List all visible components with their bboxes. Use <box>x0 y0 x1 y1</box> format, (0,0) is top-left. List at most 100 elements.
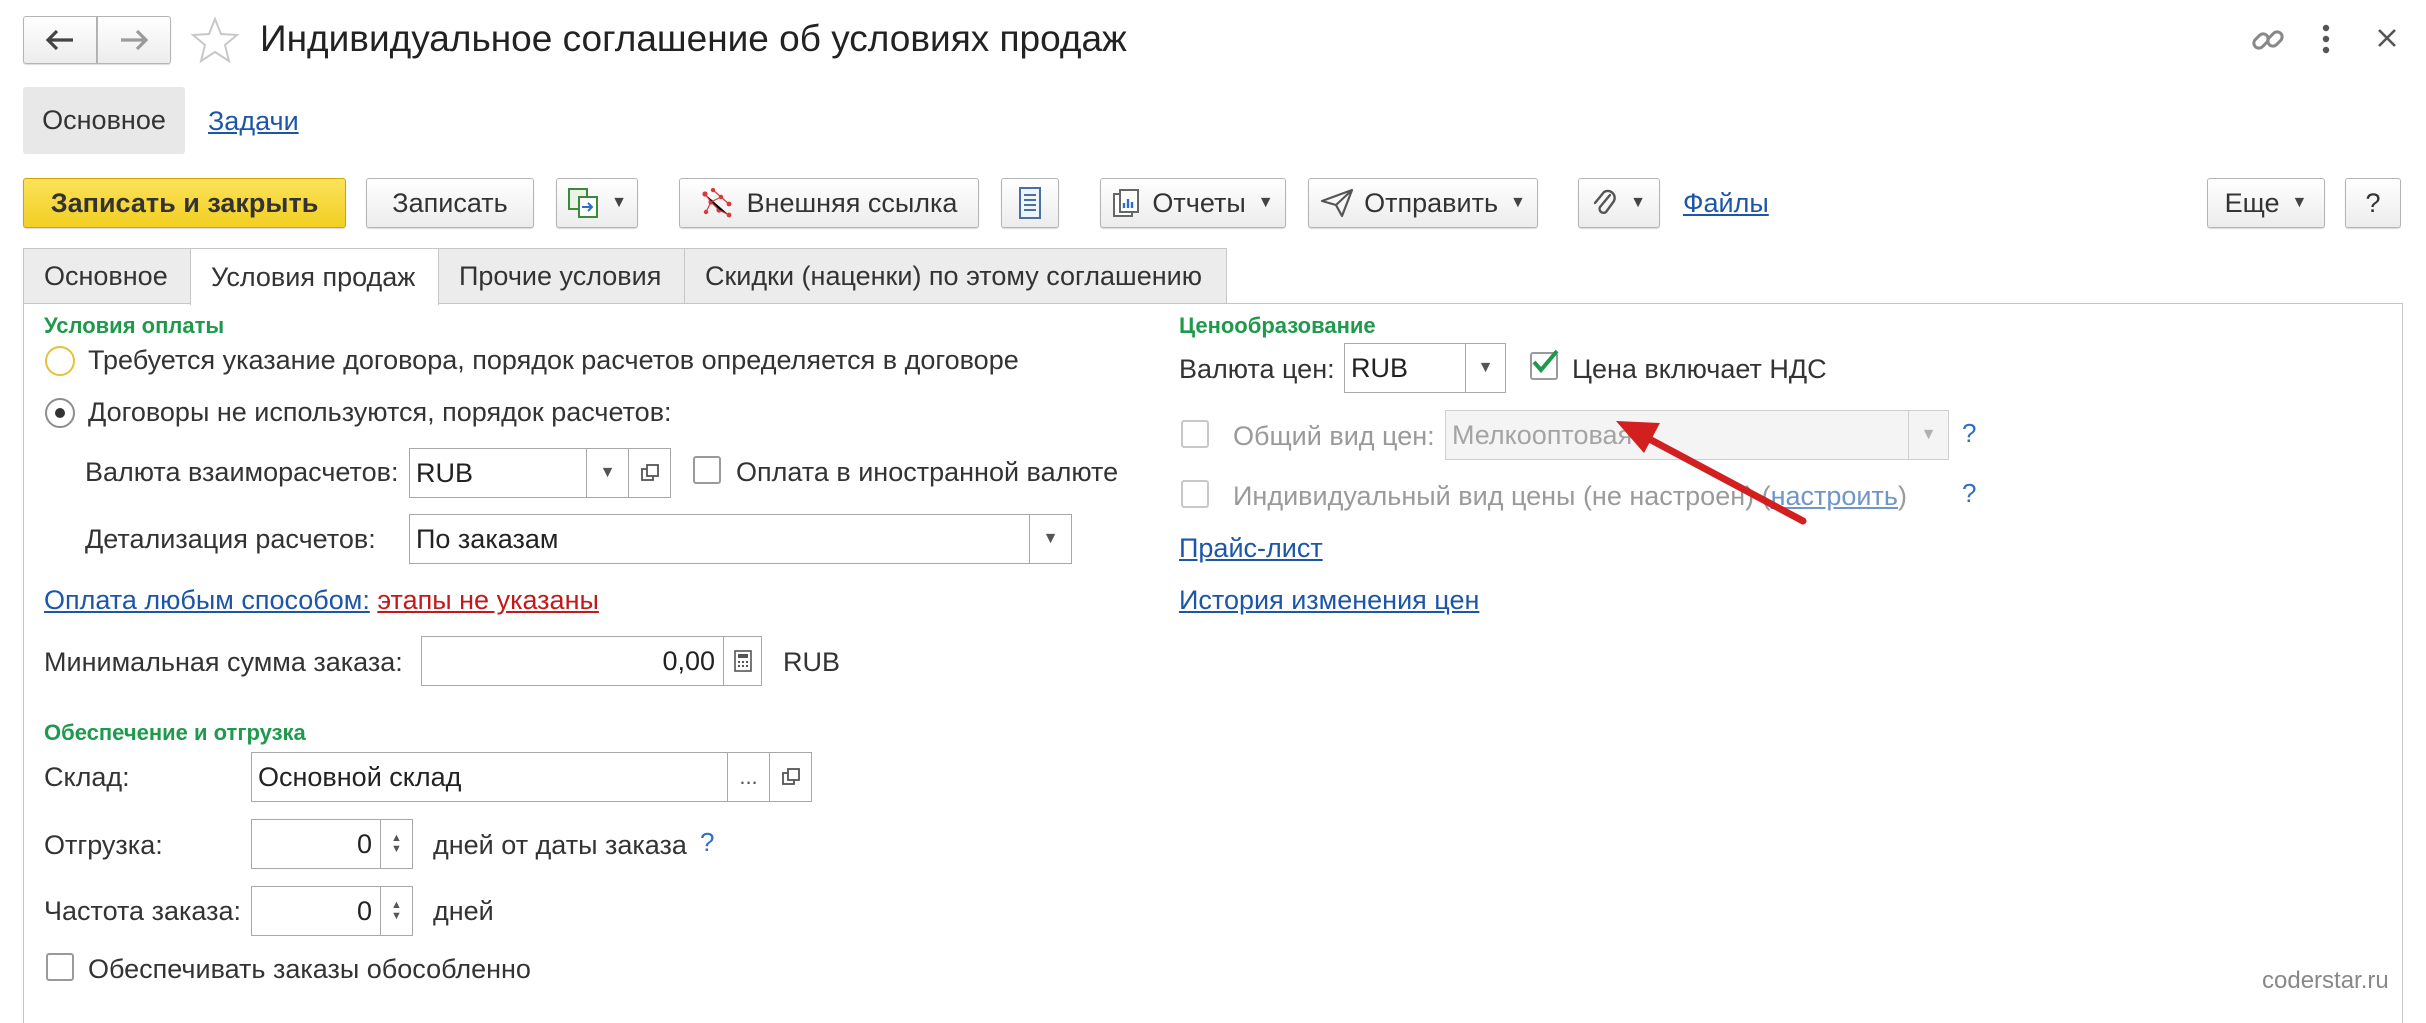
chevron-down-icon: ▼ <box>1042 530 1059 547</box>
warehouse-open-button[interactable] <box>769 752 812 802</box>
vat-included-checkbox[interactable] <box>1530 349 1559 380</box>
nav-tab-main-label: Основное <box>42 105 166 135</box>
min-order-sum-field[interactable]: 0,00 <box>421 636 724 686</box>
settlement-currency-open[interactable] <box>628 448 671 498</box>
min-order-sum-label: Минимальная сумма заказа: <box>44 647 403 677</box>
common-price-type-dropdown[interactable]: ▼ <box>1908 410 1949 460</box>
external-link-icon <box>701 188 731 218</box>
price-history-link[interactable]: История изменения цен <box>1179 585 1479 616</box>
settlement-detail-field[interactable]: По заказам <box>409 514 1030 564</box>
tab-discounts[interactable]: Скидки (наценки) по этому соглашению <box>684 248 1227 304</box>
shipment-label: Отгрузка: <box>44 830 163 860</box>
attachments-button[interactable]: ▼ <box>1578 178 1660 228</box>
order-frequency-stepper[interactable]: ▲ ▼ <box>380 886 413 936</box>
price-list-link[interactable]: Прайс-лист <box>1179 533 1323 564</box>
favorite-star-icon[interactable] <box>190 16 240 69</box>
individual-price-help-icon[interactable]: ? <box>1962 478 1976 509</box>
tab-discounts-label: Скидки (наценки) по этому соглашению <box>705 261 1202 291</box>
external-link-label: Внешняя ссылка <box>746 187 958 218</box>
tab-sales-conditions[interactable]: Условия продаж <box>190 248 439 305</box>
warehouse-select-button[interactable]: ... <box>727 752 770 802</box>
order-frequency-value: 0 <box>356 895 372 926</box>
settlement-detail-dropdown[interactable]: ▼ <box>1029 514 1072 564</box>
create-based-on-button[interactable]: ▼ <box>556 178 638 228</box>
common-price-type-checkbox[interactable] <box>1181 420 1209 448</box>
save-label: Записать <box>392 187 508 218</box>
payment-stages-link[interactable]: этапы не указаны <box>377 585 599 615</box>
radio-contract-required[interactable] <box>45 346 75 376</box>
radio-no-contracts-label: Договоры не используются, порядок расчет… <box>88 397 672 427</box>
arrow-right-icon <box>121 29 149 51</box>
chevron-down-icon: ▼ <box>1257 194 1274 211</box>
payment-section-title: Условия оплаты <box>44 313 225 338</box>
foreign-currency-checkbox[interactable] <box>693 456 721 484</box>
settlement-currency-label: Валюта взаиморасчетов: <box>85 457 399 487</box>
warehouse-label: Склад: <box>44 762 130 792</box>
price-currency-dropdown[interactable]: ▼ <box>1465 343 1506 393</box>
tab-other-conditions-label: Прочие условия <box>459 261 662 291</box>
tab-main[interactable]: Основное <box>23 248 191 304</box>
back-button[interactable] <box>23 16 97 64</box>
link-icon[interactable] <box>2250 22 2286 63</box>
settlement-detail-label: Детализация расчетов: <box>85 524 376 554</box>
more-button[interactable]: Еще ▼ <box>2207 178 2325 228</box>
create-based-on-icon <box>568 188 599 218</box>
close-icon[interactable] <box>2375 26 2399 55</box>
foreign-currency-label: Оплата в иностранной валюте <box>736 457 1119 487</box>
any-payment-method-link[interactable]: Оплата любым способом: <box>44 585 370 615</box>
document-list-button[interactable] <box>1001 178 1059 228</box>
page-title: Индивидуальное соглашение об условиях пр… <box>260 18 1127 59</box>
chevron-down-icon: ▼ <box>2291 194 2308 211</box>
shipment-days-stepper[interactable]: ▲ ▼ <box>380 819 413 869</box>
nav-tab-tasks[interactable]: Задачи <box>208 106 299 137</box>
individual-price-close: ) <box>1897 481 1907 511</box>
shipment-days-field[interactable]: 0 <box>251 819 381 869</box>
arrow-left-icon <box>45 29 73 51</box>
files-link[interactable]: Файлы <box>1683 188 1769 219</box>
settlement-currency-value: RUB <box>416 457 474 488</box>
chevron-down-icon: ▼ <box>611 194 627 211</box>
chevron-down-icon: ▼ <box>1510 194 1526 211</box>
shipping-section-title: Обеспечение и отгрузка <box>44 720 306 745</box>
radio-no-contracts[interactable] <box>45 398 75 428</box>
watermark: coderstar.ru <box>2262 967 2389 994</box>
shipment-days-value: 0 <box>356 828 372 859</box>
save-button[interactable]: Записать <box>366 178 534 228</box>
send-button[interactable]: Отправить ▼ <box>1308 178 1538 228</box>
shipment-help-icon[interactable]: ? <box>700 827 714 858</box>
reports-icon <box>1113 189 1140 217</box>
stepper-down-icon: ▼ <box>391 910 402 922</box>
separate-orders-checkbox[interactable] <box>46 953 74 981</box>
warehouse-field[interactable]: Основной склад <box>251 752 728 802</box>
price-currency-field[interactable]: RUB <box>1344 343 1466 393</box>
list-document-icon <box>1019 187 1041 219</box>
settlement-currency-dropdown[interactable]: ▼ <box>586 448 629 498</box>
send-label: Отправить <box>1364 187 1499 218</box>
separate-orders-label: Обеспечивать заказы обособленно <box>88 954 531 984</box>
price-currency-label: Валюта цен: <box>1179 354 1335 384</box>
individual-price-checkbox[interactable] <box>1181 480 1209 508</box>
external-link-button[interactable]: Внешняя ссылка <box>679 178 979 228</box>
open-form-icon <box>640 464 659 481</box>
nav-tab-main[interactable]: Основное <box>23 87 185 154</box>
tab-other-conditions[interactable]: Прочие условия <box>438 248 685 304</box>
paperclip-icon <box>1593 189 1616 215</box>
common-price-help-icon[interactable]: ? <box>1962 418 1976 449</box>
settlement-currency-field[interactable]: RUB <box>409 448 587 498</box>
min-order-sum-value: 0,00 <box>662 645 715 676</box>
chevron-down-icon: ▼ <box>1920 426 1937 443</box>
settlement-detail-value: По заказам <box>416 523 559 554</box>
more-label: Еще <box>2224 187 2280 218</box>
save-and-close-button[interactable]: Записать и закрыть <box>23 178 346 228</box>
help-button[interactable]: ? <box>2345 178 2401 228</box>
reports-label: Отчеты <box>1152 187 1246 218</box>
forward-button[interactable] <box>97 16 171 64</box>
radio-contract-required-label: Требуется указание договора, порядок рас… <box>88 345 1019 375</box>
reports-button[interactable]: Отчеты ▼ <box>1100 178 1286 228</box>
order-frequency-label: Частота заказа: <box>44 896 241 926</box>
order-frequency-field[interactable]: 0 <box>251 886 381 936</box>
more-vertical-icon[interactable] <box>2320 22 2332 61</box>
calculator-button[interactable] <box>723 636 762 686</box>
warehouse-select-dots: ... <box>739 764 758 789</box>
save-and-close-label: Записать и закрыть <box>50 187 319 218</box>
